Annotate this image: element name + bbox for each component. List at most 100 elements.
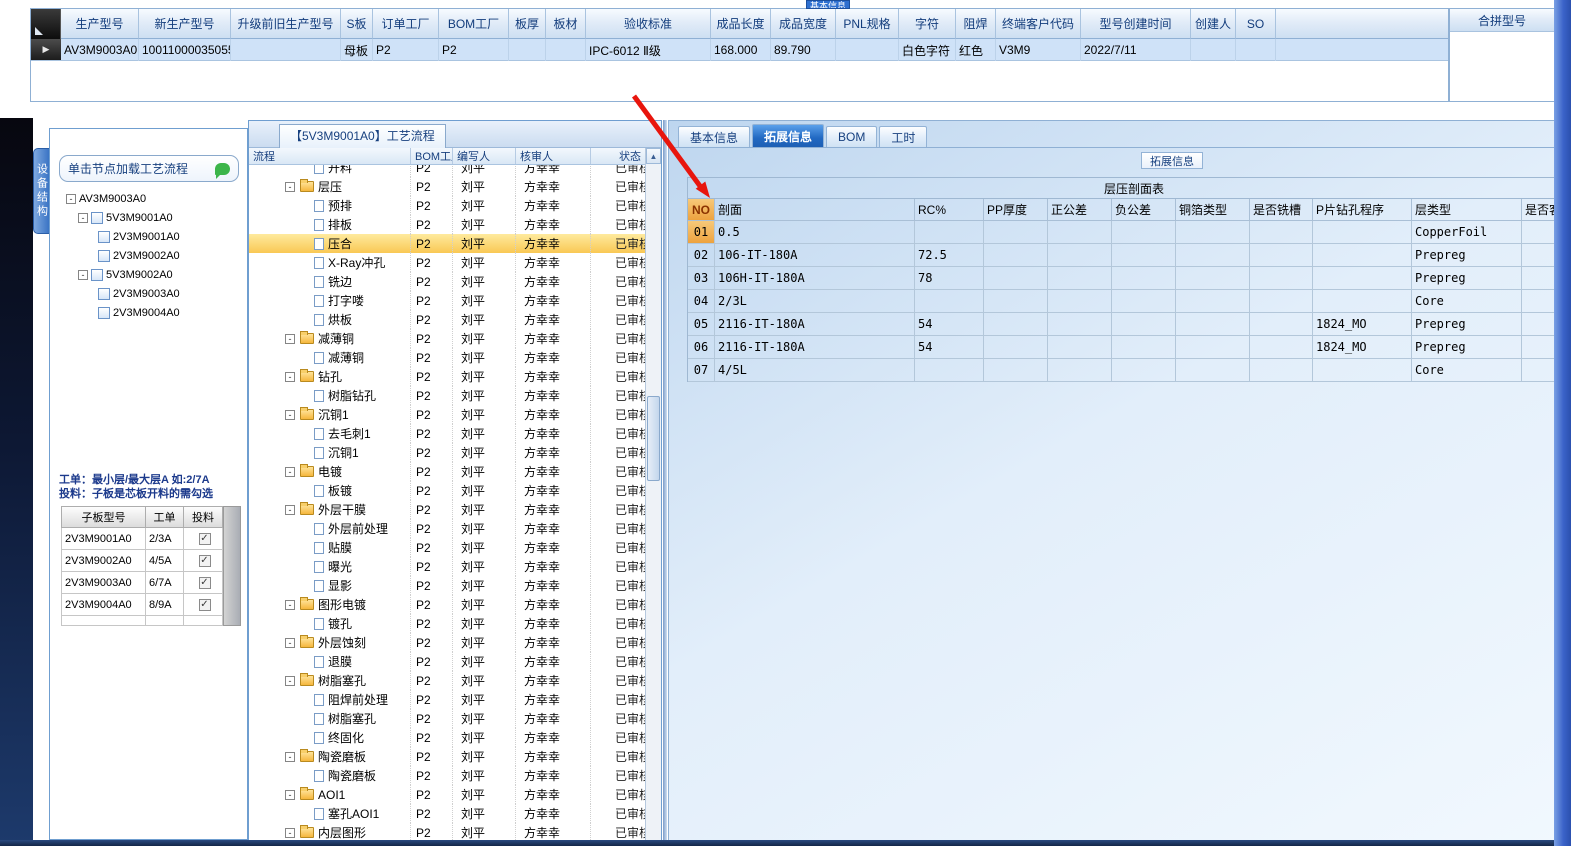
column-header[interactable]: P片钻孔程序	[1313, 199, 1412, 221]
select-all-corner-icon[interactable]	[31, 9, 61, 39]
process-row[interactable]: - 退膜 P2 刘平 方幸幸 已审核	[249, 652, 661, 671]
process-row[interactable]: - 陶瓷磨板 P2 刘平 方幸幸 已审核	[249, 747, 661, 766]
tree-expand-icon[interactable]: -	[285, 333, 295, 344]
scrollbar[interactable]: ▲	[645, 148, 661, 845]
column-header[interactable]: 终端客户代码	[996, 9, 1081, 39]
extended-info-subtab[interactable]: 拓展信息	[1141, 152, 1203, 169]
column-header[interactable]: 合拼型号	[1450, 9, 1554, 32]
process-row[interactable]: - 陶瓷磨板 P2 刘平 方幸幸 已审核	[249, 766, 661, 785]
column-header[interactable]: NO	[688, 199, 715, 221]
column-header[interactable]: 生产型号	[61, 9, 139, 39]
process-title-tab[interactable]: 【5V3M9001A0】工艺流程	[279, 124, 446, 148]
process-row[interactable]: - 树脂塞孔 P2 刘平 方幸幸 已审核	[249, 709, 661, 728]
column-header[interactable]: 流程	[249, 148, 411, 164]
column-header[interactable]: 子板型号	[61, 506, 146, 528]
table-row[interactable]: 02 106-IT-180A 72.5 Prepreg	[688, 244, 1554, 267]
tree-node[interactable]: - 5V3M9001A0	[54, 208, 243, 227]
checkbox[interactable]	[198, 576, 211, 589]
info-tab[interactable]: 拓展信息	[752, 124, 825, 147]
column-header[interactable]: 成品宽度	[771, 9, 836, 39]
column-header[interactable]: BOM工厂	[411, 148, 453, 164]
column-header[interactable]: 是否铣槽	[1250, 199, 1313, 221]
process-row[interactable]: - 预排 P2 刘平 方幸幸 已审核	[249, 196, 661, 215]
column-header[interactable]: SO	[1236, 9, 1276, 39]
process-row[interactable]: - X-Ray冲孔 P2 刘平 方幸幸 已审核	[249, 253, 661, 272]
process-row[interactable]: - 烘板 P2 刘平 方幸幸 已审核	[249, 310, 661, 329]
scroll-up-icon[interactable]: ▲	[646, 148, 661, 164]
process-row[interactable]: - 板镀 P2 刘平 方幸幸 已审核	[249, 481, 661, 500]
info-tab[interactable]: 工时	[879, 126, 928, 147]
column-header[interactable]: 投料	[184, 506, 223, 528]
grid-row-selected[interactable]: ▶ AV3M9003A0 10011000035055 母板 P2 P2 IPC-6012…	[31, 39, 1448, 61]
process-row[interactable]: - 树脂塞孔 P2 刘平 方幸幸 已审核	[249, 671, 661, 690]
table-row[interactable]: 2V3M9004A0 8/9A	[61, 594, 241, 616]
column-header[interactable]: PNL规格	[836, 9, 899, 39]
column-header[interactable]: 验收标准	[586, 9, 711, 39]
process-row[interactable]: - 贴膜 P2 刘平 方幸幸 已审核	[249, 538, 661, 557]
column-header[interactable]: 剖面	[715, 199, 915, 221]
process-row[interactable]: - 打字喽 P2 刘平 方幸幸 已审核	[249, 291, 661, 310]
process-row[interactable]: - 排板 P2 刘平 方幸幸 已审核	[249, 215, 661, 234]
column-header[interactable]: RC%	[915, 199, 984, 221]
column-header[interactable]: 阻焊	[956, 9, 996, 39]
tree-node[interactable]: - AV3M9003A0	[54, 189, 243, 208]
scrollbar[interactable]	[223, 506, 241, 626]
process-row[interactable]: - 沉铜1 P2 刘平 方幸幸 已审核	[249, 443, 661, 462]
column-header[interactable]: 层类型	[1412, 199, 1522, 221]
tree-node[interactable]: - 2V3M9003A0	[54, 284, 243, 303]
column-header[interactable]: 板厚	[509, 9, 546, 39]
tree-expand-icon[interactable]: -	[285, 371, 295, 382]
column-header[interactable]: 创建人	[1191, 9, 1236, 39]
process-row[interactable]: - 减薄铜 P2 刘平 方幸幸 已审核	[249, 329, 661, 348]
table-row[interactable]: 2V3M9002A0 4/5A	[61, 550, 241, 572]
table-row[interactable]: 2V3M9001A0 2/3A	[61, 528, 241, 550]
process-row[interactable]: - 压合 P2 刘平 方幸幸 已审核	[249, 234, 661, 253]
column-header[interactable]: 负公差	[1112, 199, 1176, 221]
process-row[interactable]: - 钻孔 P2 刘平 方幸幸 已审核	[249, 367, 661, 386]
column-header[interactable]: 正公差	[1048, 199, 1112, 221]
process-row[interactable]: - 塞孔AOI1 P2 刘平 方幸幸 已审核	[249, 804, 661, 823]
tree-expand-icon[interactable]: -	[285, 675, 295, 686]
process-row[interactable]: - 显影 P2 刘平 方幸幸 已审核	[249, 576, 661, 595]
process-row[interactable]: - 开料 P2 刘平 方幸幸 已审核	[249, 165, 661, 177]
table-row[interactable]: 04 2/3L Core	[688, 290, 1554, 313]
table-row[interactable]: 03 106H-IT-180A 78 Prepreg	[688, 267, 1554, 290]
table-row[interactable]: 07 4/5L Core	[688, 359, 1554, 382]
scroll-thumb[interactable]	[647, 396, 660, 481]
column-header[interactable]: BOM工厂	[439, 9, 509, 39]
tree-node[interactable]: - 2V3M9002A0	[54, 246, 243, 265]
process-row[interactable]: - 镀孔 P2 刘平 方幸幸 已审核	[249, 614, 661, 633]
tab-device-structure[interactable]: 设备结构	[33, 148, 49, 234]
tree-expand-icon[interactable]: -	[285, 637, 295, 648]
tree-node[interactable]: - 2V3M9001A0	[54, 227, 243, 246]
tree-node[interactable]: - 2V3M9004A0	[54, 303, 243, 322]
process-row[interactable]: - 外层干膜 P2 刘平 方幸幸 已审核	[249, 500, 661, 519]
tree-expand-icon[interactable]: -	[285, 751, 295, 762]
process-row[interactable]: - 图形电镀 P2 刘平 方幸幸 已审核	[249, 595, 661, 614]
column-header[interactable]: 订单工厂	[373, 9, 439, 39]
process-row[interactable]: - 曝光 P2 刘平 方幸幸 已审核	[249, 557, 661, 576]
tree-expand-icon[interactable]: -	[285, 409, 295, 420]
process-row[interactable]: - 树脂钻孔 P2 刘平 方幸幸 已审核	[249, 386, 661, 405]
tree-expand-icon[interactable]: -	[285, 827, 295, 838]
table-row[interactable]: 01 0.5 CopperFoil	[688, 221, 1554, 244]
column-header[interactable]: 板材	[546, 9, 586, 39]
process-row[interactable]: - AOI1 P2 刘平 方幸幸 已审核	[249, 785, 661, 804]
column-header[interactable]: 新生产型号	[139, 9, 231, 39]
tree-expand-icon[interactable]: -	[285, 181, 295, 192]
process-row[interactable]: - 阻焊前处理 P2 刘平 方幸幸 已审核	[249, 690, 661, 709]
process-row[interactable]: - 外层前处理 P2 刘平 方幸幸 已审核	[249, 519, 661, 538]
tree-expand-icon[interactable]: -	[285, 599, 295, 610]
tree-node[interactable]: - 5V3M9002A0	[54, 265, 243, 284]
column-header[interactable]: PP厚度	[984, 199, 1048, 221]
tree-expand-icon[interactable]: -	[285, 504, 295, 515]
tree-expand-icon[interactable]: -	[285, 789, 295, 800]
tree-expand-icon[interactable]: -	[78, 269, 88, 280]
column-header[interactable]: 是否客供	[1522, 199, 1554, 221]
process-row[interactable]: - 沉铜1 P2 刘平 方幸幸 已审核	[249, 405, 661, 424]
tree-expand-icon[interactable]: -	[66, 193, 76, 204]
checkbox[interactable]	[198, 598, 211, 611]
column-header[interactable]: 型号创建时间	[1081, 9, 1191, 39]
load-process-button[interactable]: 单击节点加载工艺流程	[59, 155, 239, 182]
checkbox[interactable]	[198, 532, 211, 545]
